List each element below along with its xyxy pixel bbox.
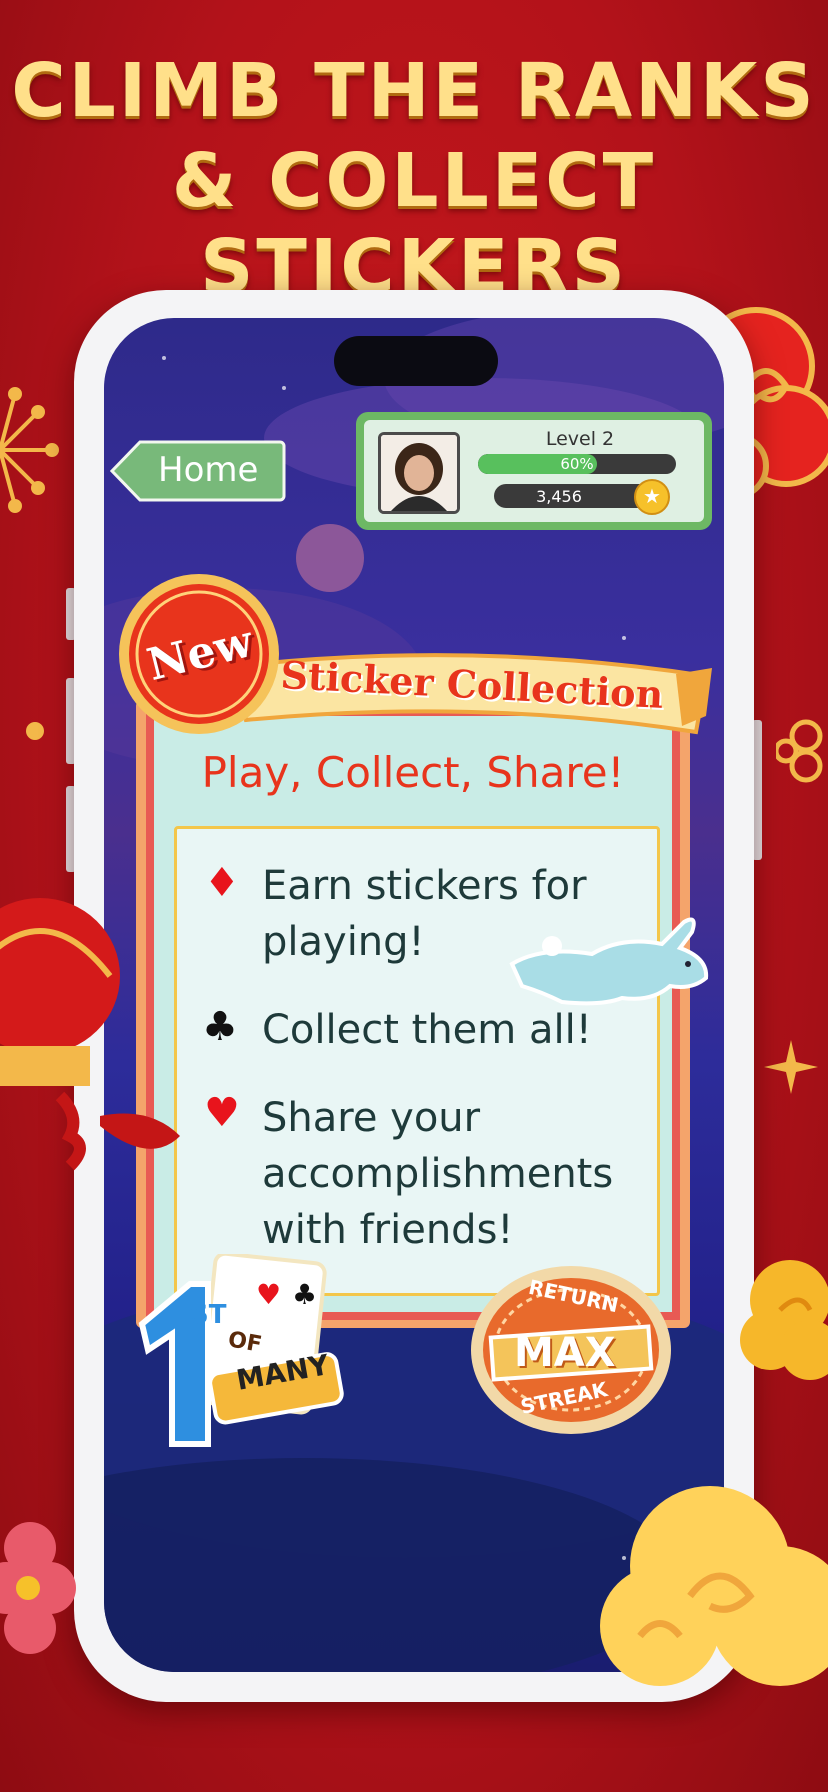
club-card-icon: ♣ [292, 1278, 318, 1311]
coin-count: 3,456 [536, 487, 582, 506]
headline-line2: & COLLECT STICKERS [171, 138, 657, 310]
xp-progress-bar: 60% [478, 454, 676, 474]
firework-icon [0, 387, 59, 513]
home-button-label: Home [158, 450, 259, 490]
list-item-3-line1: Share your [262, 1095, 481, 1141]
diamond-icon: ♦ [204, 860, 240, 906]
knot-icon [776, 719, 823, 783]
coin-icon: ★ [634, 479, 670, 515]
headline-line1: CLIMB THE RANKS [11, 48, 817, 134]
list-item-3-line3: with friends! [262, 1207, 514, 1253]
home-button[interactable]: Home [110, 440, 286, 502]
streak-mid: MAX [514, 1330, 616, 1376]
first-sticker-number: ST [190, 1300, 227, 1330]
lantern-decoration [0, 898, 180, 1171]
dot-decoration [26, 722, 44, 740]
avatar[interactable] [378, 432, 460, 514]
list-item-1-line2: playing! [262, 919, 425, 965]
xp-percent-label: 60% [560, 455, 594, 473]
promo-tagline: Play, Collect, Share! [201, 748, 625, 797]
gold-cloud-decoration [740, 1260, 828, 1380]
rabbit-sticker [509, 917, 709, 1006]
list-item-3-line2: accomplishments [262, 1151, 614, 1197]
heart-icon: ♥ [204, 1090, 240, 1136]
gold-cloud-bottom [600, 1486, 828, 1686]
club-icon: ♣ [202, 1004, 238, 1050]
level-label: Level 2 [545, 428, 615, 450]
flower-decoration [0, 1522, 76, 1654]
dynamic-island [334, 336, 498, 386]
sparkle-icon [764, 1040, 818, 1094]
heart-card-icon: ♥ [256, 1278, 282, 1311]
